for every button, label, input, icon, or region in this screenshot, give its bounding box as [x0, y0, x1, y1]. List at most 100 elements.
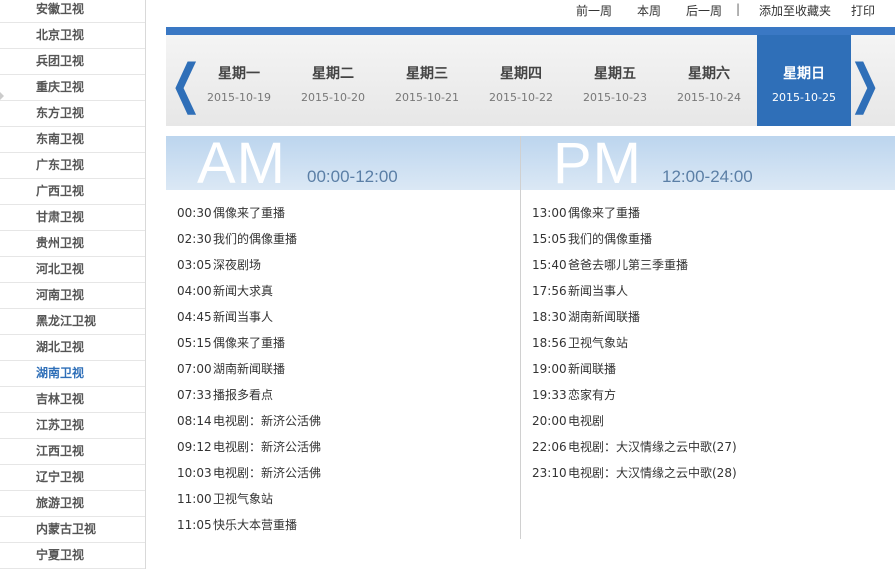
sidebar-item-channel[interactable]: 广西卫视: [0, 179, 145, 205]
program-title: 爸爸去哪儿第三季重播: [568, 258, 689, 272]
program-item[interactable]: 22:06电视剧：大汉情缘之云中歌(27): [532, 434, 737, 460]
day-tab-name: 星期三: [406, 66, 448, 82]
day-tab[interactable]: 星期一 2015-10-19: [192, 35, 286, 126]
program-item[interactable]: 18:56卫视气象站: [532, 330, 737, 356]
program-item[interactable]: 07:00湖南新闻联播: [177, 356, 321, 382]
program-item[interactable]: 15:40爸爸去哪儿第三季重播: [532, 252, 737, 278]
sidebar-item-channel[interactable]: 宁夏卫视: [0, 543, 145, 569]
program-time: 18:30: [532, 310, 567, 324]
am-header: AM 00:00-12:00: [166, 136, 520, 190]
sidebar-item-channel[interactable]: 安徽卫视: [0, 0, 145, 23]
sidebar-item-channel[interactable]: 兵团卫视: [0, 49, 145, 75]
program-time: 04:00: [177, 284, 212, 298]
day-tab-name: 星期二: [312, 66, 354, 82]
program-item[interactable]: 11:00卫视气象站: [177, 486, 321, 512]
add-favorite-link[interactable]: 添加至收藏夹: [759, 2, 831, 19]
program-item[interactable]: 19:00新闻联播: [532, 356, 737, 382]
day-tab[interactable]: 星期三 2015-10-21: [380, 35, 474, 126]
sidebar-item-channel[interactable]: 贵州卫视: [0, 231, 145, 257]
pm-program-list: 13:00偶像来了重播 15:05我们的偶像重播 15:40爸爸去哪儿第三季重播 17…: [532, 200, 737, 486]
program-item[interactable]: 20:00电视剧: [532, 408, 737, 434]
program-title: 我们的偶像重播: [568, 232, 653, 246]
sidebar-item-channel[interactable]: 河北卫视: [0, 257, 145, 283]
day-tab-date: 2015-10-22: [489, 91, 553, 104]
sidebar-item-channel[interactable]: 东方卫视: [0, 101, 145, 127]
program-title: 电视剧：新济公活佛: [213, 440, 322, 454]
program-time: 07:00: [177, 362, 212, 376]
sidebar-item-channel[interactable]: 重庆卫视: [0, 75, 145, 101]
day-tab-name: 星期五: [594, 66, 636, 82]
sidebar-item-channel[interactable]: 辽宁卫视: [0, 465, 145, 491]
sidebar-item-channel[interactable]: 东南卫视: [0, 127, 145, 153]
sidebar-item-channel[interactable]: 北京卫视: [0, 23, 145, 49]
program-title: 恋家有方: [568, 388, 617, 402]
day-tab[interactable]: 星期四 2015-10-22: [474, 35, 568, 126]
am-program-list: 00:30偶像来了重播 02:30我们的偶像重播 03:05深夜剧场 04:00新闻大…: [177, 200, 321, 538]
program-time: 11:05: [177, 518, 212, 532]
program-time: 20:00: [532, 414, 567, 428]
channel-sidebar: 安徽卫视 北京卫视 兵团卫视 重庆卫视 东方卫视 东南卫视 广东卫视 广西卫视 甘肃卫视 贵州卫视…: [0, 0, 146, 569]
program-item[interactable]: 15:05我们的偶像重播: [532, 226, 737, 252]
program-item[interactable]: 11:05快乐大本营重播: [177, 512, 321, 538]
program-title: 电视剧：大汉情缘之云中歌(28): [568, 466, 737, 480]
program-title: 新闻当事人: [568, 284, 629, 298]
program-item[interactable]: 13:00偶像来了重播: [532, 200, 737, 226]
day-tab[interactable]: 星期二 2015-10-20: [286, 35, 380, 126]
program-time: 02:30: [177, 232, 212, 246]
program-title: 电视剧：新济公活佛: [213, 414, 322, 428]
program-item[interactable]: 09:12电视剧：新济公活佛: [177, 434, 321, 460]
sidebar-item-channel[interactable]: 内蒙古卫视: [0, 517, 145, 543]
day-tab-date: 2015-10-24: [677, 91, 741, 104]
sidebar-item-channel[interactable]: 湖北卫视: [0, 335, 145, 361]
day-tab[interactable]: 星期五 2015-10-23: [568, 35, 662, 126]
program-time: 17:56: [532, 284, 567, 298]
program-title: 深夜剧场: [213, 258, 262, 272]
day-tab-name: 星期日: [783, 66, 825, 82]
sidebar-item-channel[interactable]: 广东卫视: [0, 153, 145, 179]
day-tab[interactable]: 星期六 2015-10-24: [662, 35, 756, 126]
program-item[interactable]: 05:15偶像来了重播: [177, 330, 321, 356]
this-week-link[interactable]: 本周: [637, 2, 661, 19]
program-item[interactable]: 03:05深夜剧场: [177, 252, 321, 278]
program-time: 11:00: [177, 492, 212, 506]
next-week-link[interactable]: 后一周: [686, 2, 722, 19]
program-time: 18:56: [532, 336, 567, 350]
program-item[interactable]: 23:10电视剧：大汉情缘之云中歌(28): [532, 460, 737, 486]
sidebar-item-channel[interactable]: 江西卫视: [0, 439, 145, 465]
program-title: 我们的偶像重播: [213, 232, 298, 246]
print-link[interactable]: 打印: [851, 2, 875, 19]
day-tab-name: 星期四: [500, 66, 542, 82]
day-tab-date: 2015-10-19: [207, 91, 271, 104]
program-time: 05:15: [177, 336, 212, 350]
program-item[interactable]: 18:30湖南新闻联播: [532, 304, 737, 330]
program-item[interactable]: 00:30偶像来了重播: [177, 200, 321, 226]
program-item[interactable]: 07:33播报多看点: [177, 382, 321, 408]
program-title: 播报多看点: [213, 388, 274, 402]
day-tab-date: 2015-10-21: [395, 91, 459, 104]
program-time: 10:03: [177, 466, 212, 480]
sidebar-item-channel[interactable]: 江苏卫视: [0, 413, 145, 439]
sidebar-item-channel[interactable]: 河南卫视: [0, 283, 145, 309]
sidebar-item-channel[interactable]: 湖南卫视: [0, 361, 145, 387]
program-item[interactable]: 19:33恋家有方: [532, 382, 737, 408]
program-item[interactable]: 04:00新闻大求真: [177, 278, 321, 304]
prev-week-link[interactable]: 前一周: [576, 2, 612, 19]
sidebar-item-channel[interactable]: 甘肃卫视: [0, 205, 145, 231]
column-divider: [520, 136, 521, 539]
link-separator: |: [736, 2, 741, 16]
program-item[interactable]: 04:45新闻当事人: [177, 304, 321, 330]
program-time: 19:00: [532, 362, 567, 376]
next-week-arrow-icon[interactable]: ❯: [849, 57, 881, 110]
program-time: 03:05: [177, 258, 212, 272]
am-range: 00:00-12:00: [307, 167, 398, 186]
day-tab[interactable]: 星期日 2015-10-25: [757, 35, 851, 126]
sidebar-item-channel[interactable]: 旅游卫视: [0, 491, 145, 517]
program-item[interactable]: 17:56新闻当事人: [532, 278, 737, 304]
program-item[interactable]: 08:14电视剧：新济公活佛: [177, 408, 321, 434]
program-item[interactable]: 02:30我们的偶像重播: [177, 226, 321, 252]
sidebar-item-channel[interactable]: 黑龙江卫视: [0, 309, 145, 335]
sidebar-item-channel[interactable]: 吉林卫视: [0, 387, 145, 413]
program-title: 快乐大本营重播: [213, 518, 298, 532]
program-time: 22:06: [532, 440, 567, 454]
program-item[interactable]: 10:03电视剧：新济公活佛: [177, 460, 321, 486]
